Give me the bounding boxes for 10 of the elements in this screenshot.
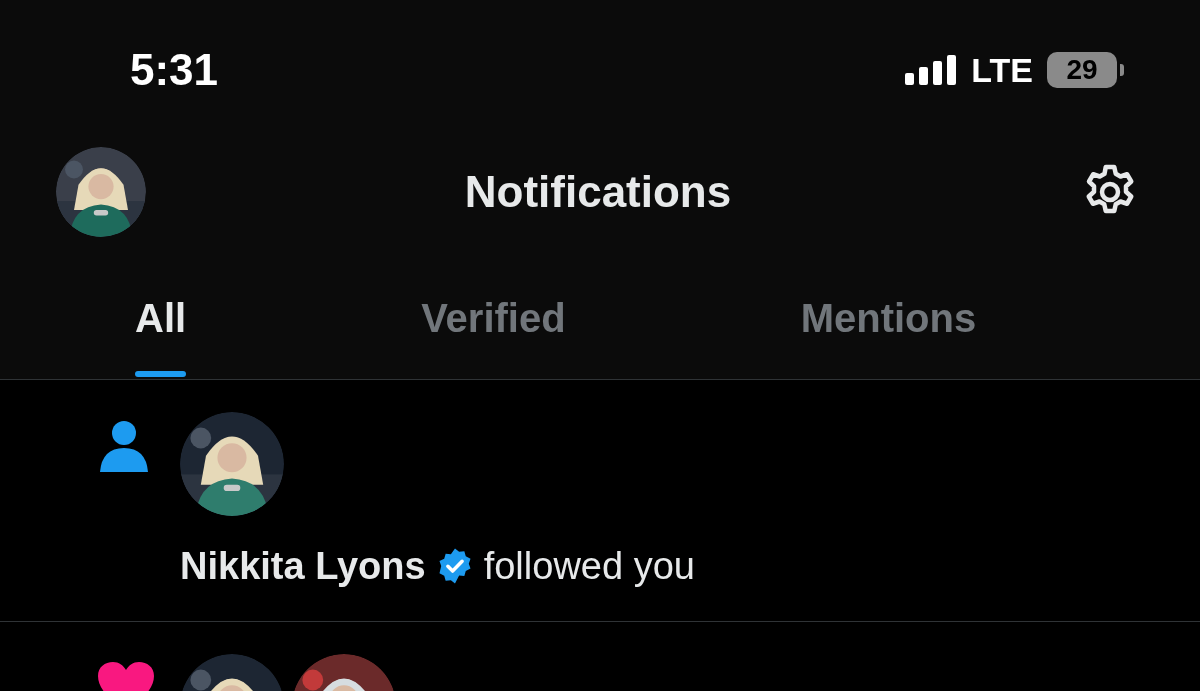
page-title: Notifications	[464, 167, 732, 217]
person-icon	[98, 420, 150, 472]
tab[interactable]: All	[135, 244, 187, 379]
network-label: LTE	[971, 50, 1033, 90]
tab[interactable]: Mentions	[800, 244, 977, 379]
tab[interactable]: Verified	[421, 244, 566, 379]
notification-text: followed you	[483, 544, 695, 589]
user-name[interactable]: Nikkita Lyons	[180, 543, 426, 589]
status-time: 5:31	[130, 45, 220, 95]
signal-icon	[905, 55, 958, 85]
